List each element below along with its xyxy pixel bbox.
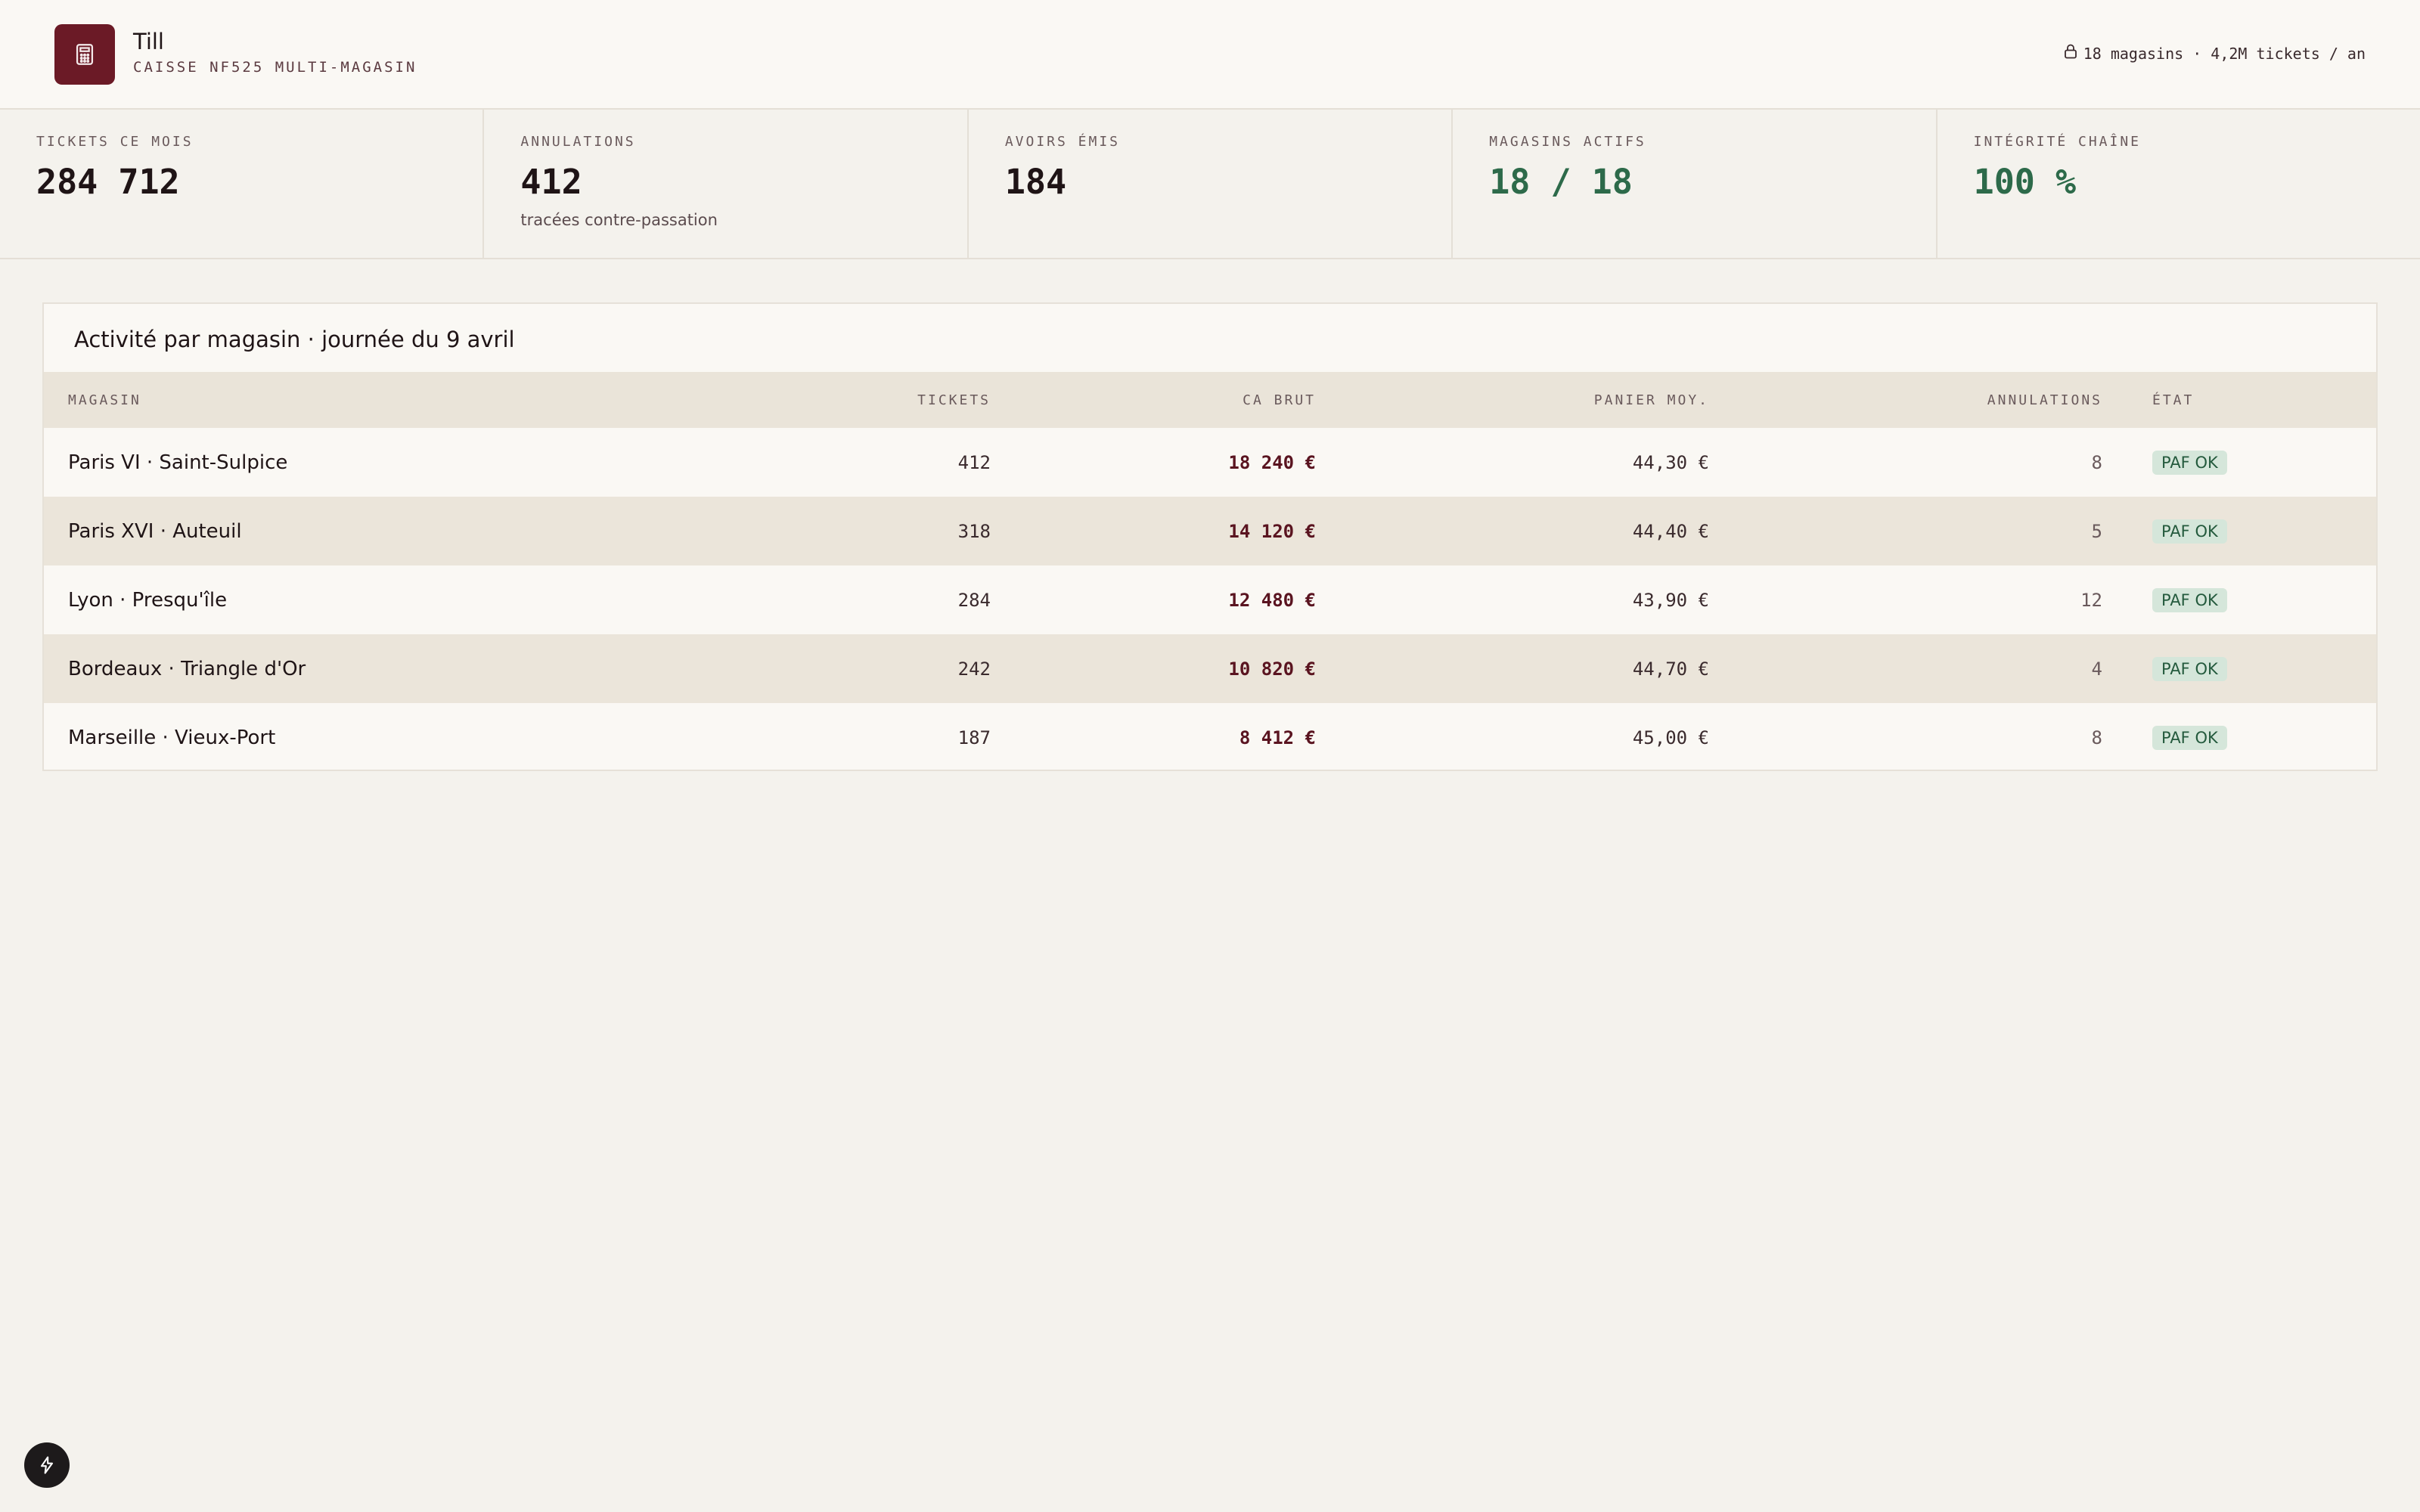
- stat-tickets: TICKETS CE MOIS 284 712: [0, 110, 485, 258]
- header-meta: 18 magasins · 4,2M tickets / an: [2064, 44, 2366, 63]
- basket-cell: 44,70 €: [1632, 658, 1709, 680]
- brand-name: Till: [133, 29, 164, 54]
- stat-cancellations: ANNULATIONS 412 tracées contre-passation: [484, 110, 969, 258]
- col-store[interactable]: MAGASIN: [44, 372, 528, 428]
- tickets-cell: 242: [957, 658, 991, 680]
- lock-icon: [2064, 44, 2077, 63]
- table-row[interactable]: Bordeaux · Triangle d'Or 242 10 820 € 44…: [44, 634, 2376, 703]
- lightning-icon[interactable]: [24, 1442, 70, 1488]
- status-badge: PAF OK: [2152, 450, 2227, 475]
- stat-label: TICKETS CE MOIS: [36, 134, 194, 150]
- basket-cell: 44,40 €: [1632, 520, 1709, 542]
- stat-value: 184: [1004, 162, 1067, 202]
- status-badge: PAF OK: [2152, 725, 2227, 750]
- basket-cell: 44,30 €: [1632, 451, 1709, 473]
- ca-cell: 18 240 €: [1228, 451, 1316, 473]
- calculator-icon[interactable]: [54, 24, 115, 85]
- basket-cell: 45,00 €: [1632, 727, 1709, 748]
- basket-cell: 43,90 €: [1632, 589, 1709, 611]
- ca-cell: 10 820 €: [1228, 658, 1316, 680]
- col-tickets[interactable]: TICKETS: [528, 372, 991, 428]
- tickets-cell: 284: [957, 589, 991, 611]
- activity-table: MAGASIN TICKETS CA BRUT PANIER MOY. ANNU…: [44, 372, 2376, 772]
- stat-label: AVOIRS ÉMIS: [1004, 134, 1121, 150]
- table-row[interactable]: Paris XVI · Auteuil 318 14 120 € 44,40 €…: [44, 497, 2376, 565]
- stat-label: INTÉGRITÉ CHAÎNE: [1973, 134, 2142, 150]
- stat-note: tracées contre-passation: [520, 211, 718, 229]
- cancellations-cell: 8: [2091, 727, 2102, 748]
- stat-value: 18 / 18: [1489, 162, 1633, 202]
- store-name: Bordeaux · Triangle d'Or: [68, 657, 306, 680]
- stat-label: ANNULATIONS: [520, 134, 636, 150]
- stat-credits: AVOIRS ÉMIS 184: [969, 110, 1454, 258]
- stat-value: 100 %: [1973, 162, 2077, 202]
- stat-chain-integrity: INTÉGRITÉ CHAÎNE 100 %: [1938, 110, 2420, 258]
- cancellations-cell: 8: [2091, 451, 2102, 473]
- store-name: Marseille · Vieux-Port: [68, 726, 276, 749]
- cancellations-cell: 5: [2091, 520, 2102, 542]
- col-ca[interactable]: CA BRUT: [991, 372, 1316, 428]
- store-name: Paris XVI · Auteuil: [68, 519, 242, 543]
- col-basket[interactable]: PANIER MOY.: [1316, 372, 1709, 428]
- store-name: Lyon · Presqu'île: [68, 588, 228, 612]
- stat-value: 412: [520, 162, 582, 202]
- table-row[interactable]: Lyon · Presqu'île 284 12 480 € 43,90 € 1…: [44, 565, 2376, 634]
- ca-cell: 14 120 €: [1228, 520, 1316, 542]
- card-title: Activité par magasin · journée du 9 avri…: [74, 327, 515, 352]
- brand-subtitle: CAISSE NF525 MULTI-MAGASIN: [133, 59, 417, 76]
- stat-active-stores: MAGASINS ACTIFS 18 / 18: [1453, 110, 1938, 258]
- ca-cell: 12 480 €: [1228, 589, 1316, 611]
- tickets-cell: 318: [957, 520, 991, 542]
- status-badge: PAF OK: [2152, 656, 2227, 681]
- ca-cell: 8 412 €: [1239, 727, 1316, 748]
- tickets-cell: 187: [957, 727, 991, 748]
- cancellations-cell: 4: [2091, 658, 2102, 680]
- header-meta-text: 18 magasins · 4,2M tickets / an: [2083, 44, 2366, 63]
- table-header-row: MAGASIN TICKETS CA BRUT PANIER MOY. ANNU…: [44, 372, 2376, 428]
- app-header: Till CAISSE NF525 MULTI-MAGASIN 18 magas…: [0, 0, 2420, 110]
- col-cancellations[interactable]: ANNULATIONS: [1709, 372, 2102, 428]
- stats-bar: TICKETS CE MOIS 284 712 ANNULATIONS 412 …: [0, 110, 2420, 259]
- tickets-cell: 412: [957, 451, 991, 473]
- table-row[interactable]: Marseille · Vieux-Port 187 8 412 € 45,00…: [44, 703, 2376, 772]
- activity-card: Activité par magasin · journée du 9 avri…: [42, 302, 2378, 771]
- status-badge: PAF OK: [2152, 587, 2227, 612]
- status-badge: PAF OK: [2152, 519, 2227, 544]
- stat-value: 284 712: [36, 162, 180, 202]
- store-name: Paris VI · Saint-Sulpice: [68, 451, 288, 474]
- table-row[interactable]: Paris VI · Saint-Sulpice 412 18 240 € 44…: [44, 428, 2376, 497]
- cancellations-cell: 12: [2080, 589, 2102, 611]
- stat-label: MAGASINS ACTIFS: [1489, 134, 1646, 150]
- col-state[interactable]: ÉTAT: [2102, 372, 2376, 428]
